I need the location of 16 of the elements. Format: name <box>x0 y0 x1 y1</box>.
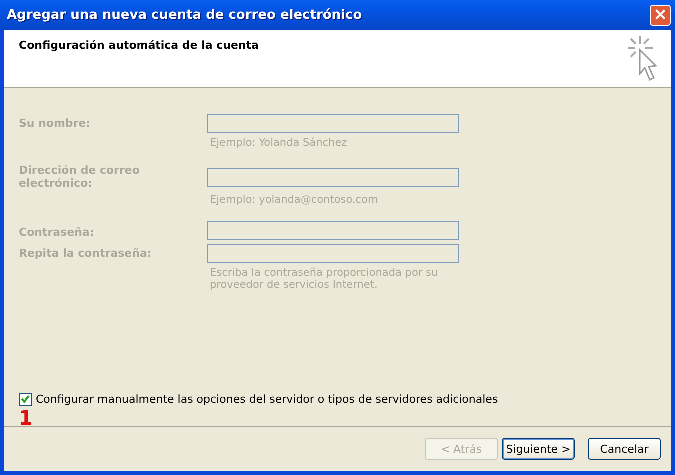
close-button[interactable]: × <box>650 4 671 26</box>
window-title: Agregar una nueva cuenta de correo electrónico <box>7 8 362 22</box>
hint-text: Escriba la contraseña proporcionada por su proveedor de servicios Internet. <box>209 266 440 293</box>
field-label: Dirección de correo electrónico: <box>19 164 141 190</box>
field-label: Su nombre: <box>19 117 92 130</box>
checkbox-label: Configurar manualmente las opciones del servidor o tipos de servidores adicionales <box>36 393 498 406</box>
checkbox[interactable] <box>19 393 32 406</box>
header-title: Configuración automática de la cuenta <box>19 39 259 54</box>
dialog-button[interactable]: Cancelar <box>588 438 661 460</box>
cursor-sparkle-icon <box>625 34 659 84</box>
hint-text: Ejemplo: Yolanda Sánchez <box>209 136 348 151</box>
hint-text: Ejemplo: yolanda@contoso.com <box>209 193 380 208</box>
dialog-button[interactable]: Siguiente > <box>502 438 575 460</box>
field-label: Contraseña: <box>19 226 96 239</box>
annotation-number: 1 <box>19 408 33 428</box>
field-label: Repita la contraseña: <box>19 247 153 260</box>
